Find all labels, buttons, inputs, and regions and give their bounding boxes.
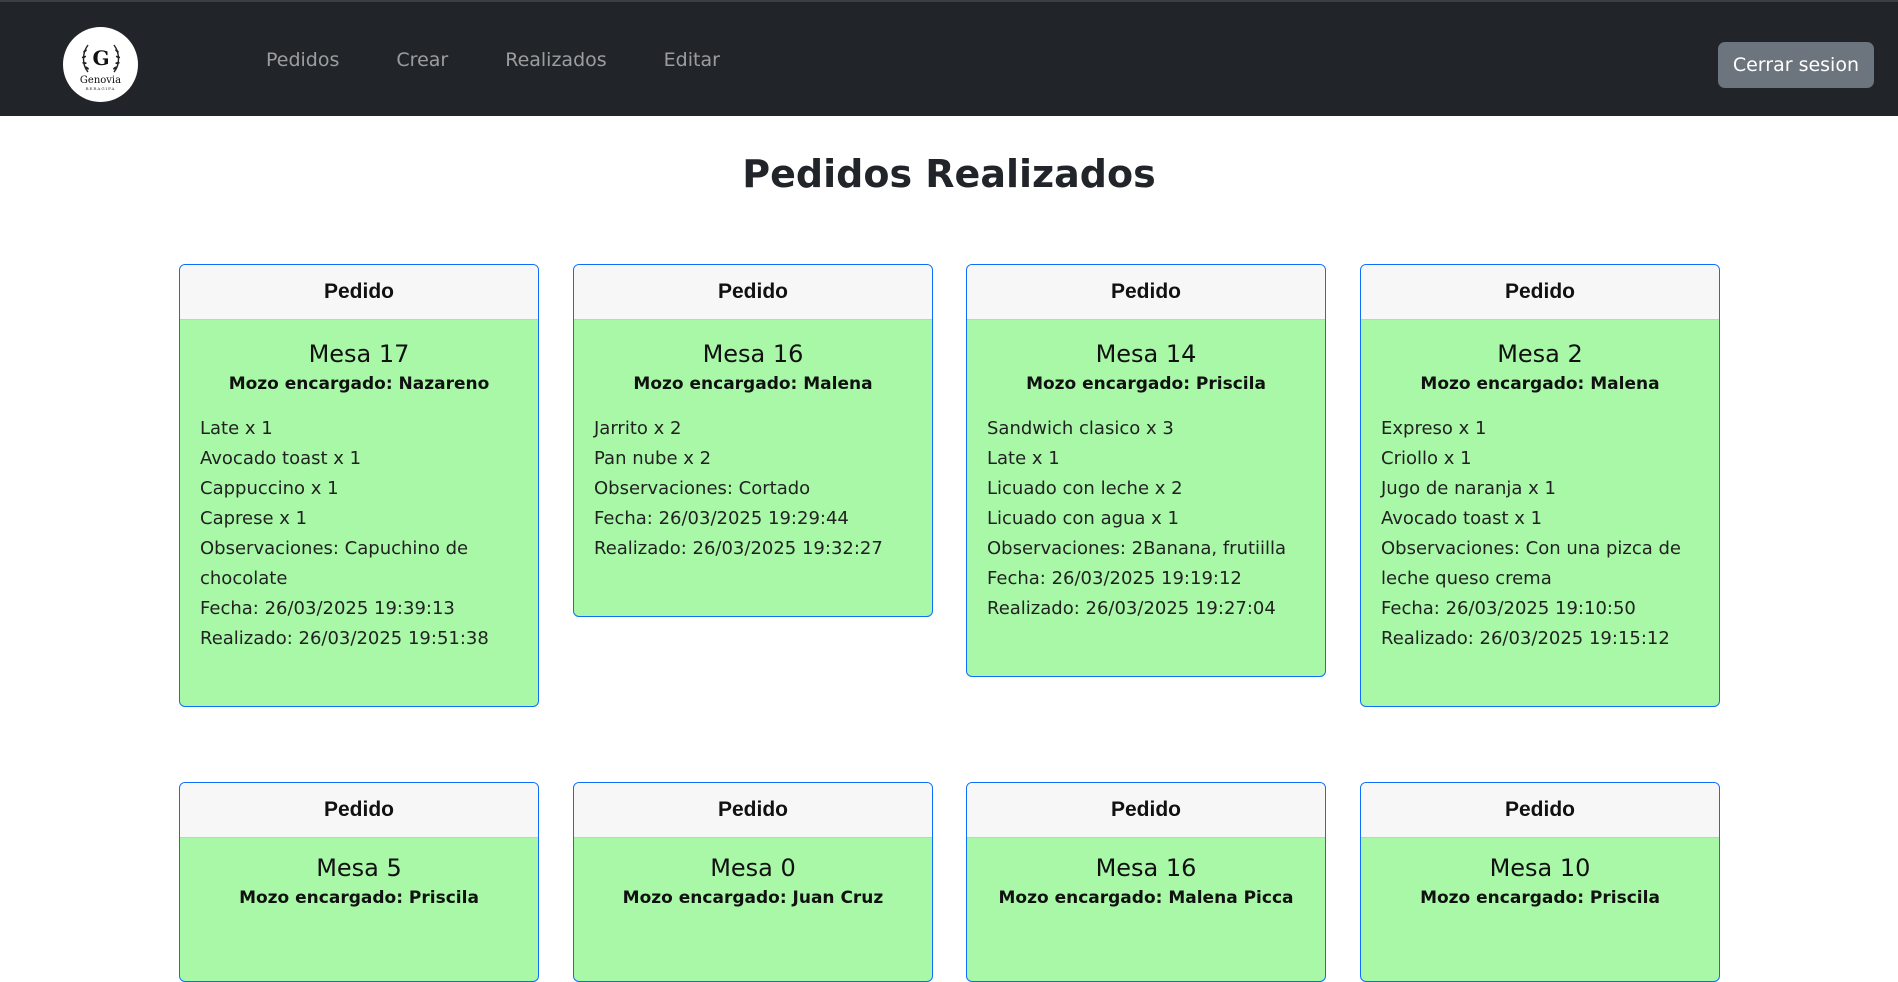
nav-link-crear[interactable]: Crear [396, 49, 448, 71]
waiter-name: Mozo encargado: Priscila [1420, 888, 1660, 908]
waiter-name: Mozo encargado: Malena Picca [998, 888, 1294, 908]
order-line: Sandwich clasico x 3 [987, 418, 1174, 439]
table-number: Mesa 16 [702, 340, 804, 368]
waiter-name: Mozo encargado: Juan Cruz [622, 888, 884, 908]
card-header: Pedido [574, 265, 932, 320]
card-body: Mesa 17 Mozo encargado: Nazareno Late x … [180, 320, 538, 676]
order-completed-date: Realizado: 26/03/2025 19:51:38 [200, 628, 489, 649]
waiter-name: Mozo encargado: Malena [633, 374, 873, 394]
card-body: Mesa 0 Mozo encargado: Juan Cruz [574, 838, 932, 950]
nav-link-pedidos[interactable]: Pedidos [266, 49, 339, 71]
nav-link-realizados[interactable]: Realizados [505, 49, 606, 71]
order-observations: leche queso crema [1381, 568, 1552, 589]
table-number: Mesa 14 [1095, 340, 1197, 368]
order-observations: Observaciones: Con una pizca de [1381, 538, 1681, 559]
logo-subtitle: BERAGIFA [85, 85, 116, 91]
card-header: Pedido [1361, 783, 1719, 838]
order-line: Pan nube x 2 [594, 448, 712, 469]
order-observations: Observaciones: Capuchino de [200, 538, 469, 559]
order-line: Licuado con agua x 1 [987, 508, 1180, 529]
order-date: Fecha: 26/03/2025 19:39:13 [200, 598, 455, 619]
card-header: Pedido [180, 265, 538, 320]
top-navbar: G Genovia BERAGIFA Pedidos Crear Realiza… [0, 0, 1898, 116]
card-header: Pedido [574, 783, 932, 838]
card-body: Mesa 2 Mozo encargado: Malena Expreso x … [1361, 320, 1719, 676]
nav-link-editar[interactable]: Editar [664, 49, 720, 71]
order-card: Pedido Mesa 5 Mozo encargado: Priscila [179, 782, 539, 982]
order-card: Pedido Mesa 2 Mozo encargado: Malena Exp… [1360, 264, 1720, 707]
order-line: Expreso x 1 [1381, 418, 1487, 439]
order-card: Pedido Mesa 16 Mozo encargado: Malena Ja… [573, 264, 933, 617]
table-number: Mesa 16 [1095, 854, 1197, 882]
table-number: Mesa 2 [1497, 340, 1583, 368]
logo-letter: G [92, 46, 109, 70]
order-completed-date: Realizado: 26/03/2025 19:32:27 [594, 538, 883, 559]
waiter-name: Mozo encargado: Priscila [239, 888, 479, 908]
order-date: Fecha: 26/03/2025 19:29:44 [594, 508, 849, 529]
table-number: Mesa 10 [1489, 854, 1591, 882]
table-number: Mesa 5 [316, 854, 402, 882]
order-card: Pedido Mesa 0 Mozo encargado: Juan Cruz [573, 782, 933, 982]
card-body: Mesa 16 Mozo encargado: Malena Picca [967, 838, 1325, 950]
logout-button[interactable]: Cerrar sesion [1717, 42, 1874, 88]
table-number: Mesa 17 [308, 340, 410, 368]
waiter-name: Mozo encargado: Malena [1420, 374, 1660, 394]
order-observations: Observaciones: 2Banana, frutiilla [987, 538, 1287, 559]
card-body: Mesa 14 Mozo encargado: Priscila Sandwic… [967, 320, 1325, 646]
waiter-name: Mozo encargado: Priscila [1026, 374, 1266, 394]
order-date: Fecha: 26/03/2025 19:10:50 [1381, 598, 1636, 619]
order-line: Jarrito x 2 [594, 418, 682, 439]
card-header: Pedido [967, 265, 1325, 320]
order-card: Pedido Mesa 10 Mozo encargado: Priscila [1360, 782, 1720, 982]
order-observations: Observaciones: Cortado [594, 478, 811, 499]
order-line: Late x 1 [200, 418, 273, 439]
order-line: Cappuccino x 1 [200, 478, 339, 499]
order-line: Avocado toast x 1 [200, 448, 362, 469]
order-completed-date: Realizado: 26/03/2025 19:27:04 [987, 598, 1276, 619]
order-card: Pedido Mesa 16 Mozo encargado: Malena Pi… [966, 782, 1326, 982]
order-date: Fecha: 26/03/2025 19:19:12 [987, 568, 1242, 589]
waiter-name: Mozo encargado: Nazareno [228, 374, 490, 394]
card-body: Mesa 10 Mozo encargado: Priscila [1361, 838, 1719, 950]
page-title: Pedidos Realizados [742, 152, 1156, 196]
card-header: Pedido [1361, 265, 1719, 320]
order-observations: chocolate [200, 568, 288, 589]
card-header: Pedido [180, 783, 538, 838]
order-line: Caprese x 1 [200, 508, 308, 529]
logo-name: Genovia [79, 74, 122, 86]
card-header: Pedido [967, 783, 1325, 838]
order-completed-date: Realizado: 26/03/2025 19:15:12 [1381, 628, 1670, 649]
card-body: Mesa 5 Mozo encargado: Priscila [180, 838, 538, 950]
card-body: Mesa 16 Mozo encargado: Malena Jarrito x… [574, 320, 932, 586]
laurel-logo-icon: G [81, 44, 120, 72]
order-line: Avocado toast x 1 [1381, 508, 1543, 529]
order-line: Late x 1 [987, 448, 1060, 469]
order-line: Licuado con leche x 2 [987, 478, 1183, 499]
table-number: Mesa 0 [710, 854, 796, 882]
order-line: Criollo x 1 [1381, 448, 1472, 469]
nav-links: Pedidos Crear Realizados Editar [266, 2, 720, 118]
order-card: Pedido Mesa 17 Mozo encargado: Nazareno … [179, 264, 539, 707]
order-card: Pedido Mesa 14 Mozo encargado: Priscila … [966, 264, 1326, 677]
order-line: Jugo de naranja x 1 [1381, 478, 1556, 499]
brand-logo[interactable]: G Genovia BERAGIFA [63, 27, 138, 102]
